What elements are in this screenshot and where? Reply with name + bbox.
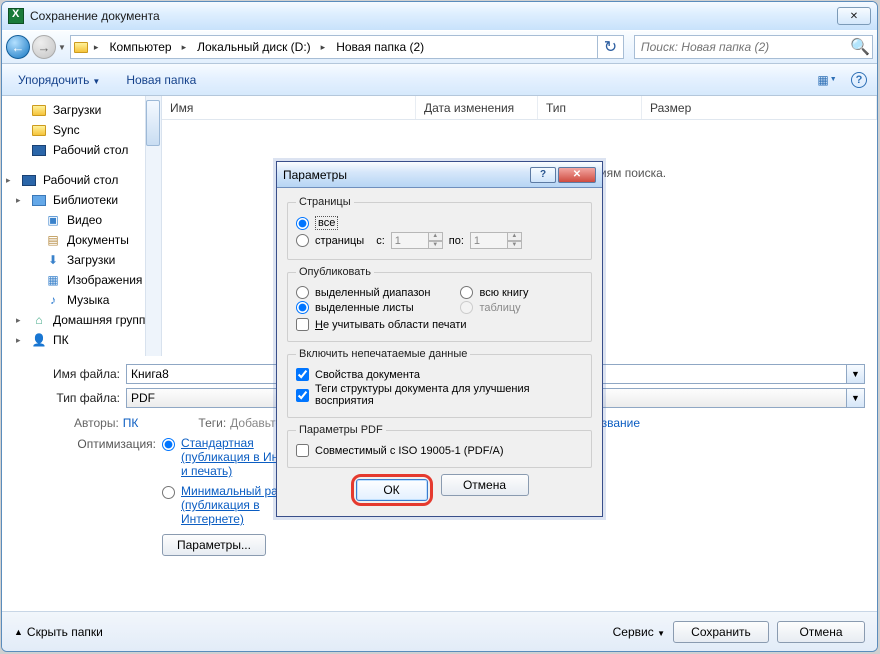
struct-check[interactable] (296, 389, 309, 402)
tree-homegroup[interactable]: ▸⌂Домашняя групп (16, 310, 161, 330)
tree-downloads[interactable]: Загрузки (16, 100, 161, 120)
nonprint-group: Включить непечатаемые данные Свойства до… (287, 348, 592, 418)
opt-minimal-radio[interactable] (162, 486, 175, 499)
publish-table-radio (460, 301, 473, 314)
modal-cancel-button[interactable]: Отмена (441, 474, 529, 496)
new-folder-button[interactable]: Новая папка (120, 69, 202, 91)
publish-range-radio[interactable] (296, 286, 309, 299)
optimization-label: Оптимизация: (38, 436, 156, 451)
publish-book-radio[interactable] (460, 286, 473, 299)
footer: ▲Скрыть папки Сервис ▼ Сохранить Отмена (2, 611, 877, 651)
toolbar: Упорядочить▼ Новая папка ▦▼ ? (2, 64, 877, 96)
breadcrumb-drive[interactable]: Локальный диск (D:) (189, 36, 318, 58)
col-name[interactable]: Имя (162, 96, 416, 119)
tree-pictures[interactable]: ▦Изображения (16, 270, 161, 290)
organize-menu[interactable]: Упорядочить▼ (12, 69, 106, 91)
opt-standard-radio[interactable] (162, 438, 175, 451)
publish-group: Опубликовать выделенный диапазон выделен… (287, 266, 592, 342)
props-row[interactable]: Свойства документа (296, 368, 583, 381)
publish-table-row: таблицу (460, 301, 528, 314)
struct-row[interactable]: Теги структуры документа для улучшения в… (296, 383, 583, 407)
publish-book-row[interactable]: всю книгу (460, 286, 528, 299)
history-dropdown-icon[interactable]: ▼ (58, 43, 66, 52)
ok-button[interactable]: ОК (356, 479, 428, 501)
iso-row[interactable]: Совместимый с ISO 19005-1 (PDF/A) (296, 444, 583, 457)
tree-pc[interactable]: ▸👤ПК (16, 330, 161, 350)
list-header: Имя Дата изменения Тип Размер (162, 96, 877, 120)
help-icon[interactable]: ? (851, 72, 867, 88)
nav-tree[interactable]: Загрузки Sync Рабочий стол ▸Рабочий стол… (2, 96, 162, 356)
tree-libraries[interactable]: ▸Библиотеки (16, 190, 161, 210)
search-input[interactable] (635, 40, 848, 54)
filename-label: Имя файла: (38, 367, 120, 381)
tree-documents[interactable]: ▤Документы (16, 230, 161, 250)
forward-button[interactable]: → (32, 35, 56, 59)
parameters-dialog: Параметры ? ✕ Страницы все страницы с: ▲… (276, 161, 603, 517)
filetype-label: Тип файла: (38, 391, 120, 405)
breadcrumb[interactable]: ▸ Компьютер▸ Локальный диск (D:)▸ Новая … (70, 35, 598, 59)
folder-icon (71, 36, 91, 58)
pages-range-radio[interactable] (296, 234, 309, 247)
ok-highlight: ОК (351, 474, 433, 506)
titlebar: Сохранение документа ✕ (2, 2, 877, 30)
filename-dropdown-icon[interactable]: ▼ (847, 364, 865, 384)
excel-icon (8, 8, 24, 24)
props-check[interactable] (296, 368, 309, 381)
pages-all-row[interactable]: все (296, 216, 583, 230)
refresh-button[interactable]: ↻ (598, 35, 624, 59)
modal-titlebar: Параметры ? ✕ (277, 162, 602, 188)
modal-help-button[interactable]: ? (530, 167, 556, 183)
pages-group: Страницы все страницы с: ▲▼ по: ▲▼ (287, 196, 592, 260)
tools-menu[interactable]: Сервис ▼ (613, 625, 665, 639)
search-icon[interactable]: 🔍 (848, 37, 872, 57)
breadcrumb-computer[interactable]: Компьютер (101, 36, 178, 58)
pdf-group: Параметры PDF Совместимый с ISO 19005-1 … (287, 424, 592, 468)
close-window-button[interactable]: ✕ (837, 7, 871, 25)
tree-scrollbar[interactable] (145, 96, 161, 356)
cancel-button[interactable]: Отмена (777, 621, 865, 643)
pages-to-spinner[interactable]: ▲▼ (470, 232, 522, 249)
tree-sync[interactable]: Sync (16, 120, 161, 140)
tree-desktop-fav[interactable]: Рабочий стол (16, 140, 161, 160)
modal-close-button[interactable]: ✕ (558, 167, 596, 183)
back-button[interactable]: ← (6, 35, 30, 59)
publish-sheets-radio[interactable] (296, 301, 309, 314)
window-title: Сохранение документа (30, 9, 160, 23)
navbar: ← → ▼ ▸ Компьютер▸ Локальный диск (D:)▸ … (2, 30, 877, 64)
tree-video[interactable]: ▣Видео (16, 210, 161, 230)
iso-check[interactable] (296, 444, 309, 457)
view-mode-button[interactable]: ▦▼ (817, 70, 837, 90)
searchbox[interactable]: 🔍 (634, 35, 873, 59)
col-modified[interactable]: Дата изменения (416, 96, 538, 119)
pages-range-row[interactable]: страницы с: ▲▼ по: ▲▼ (296, 232, 583, 249)
pages-all-radio[interactable] (296, 217, 309, 230)
save-button[interactable]: Сохранить (673, 621, 769, 643)
publish-sheets-row[interactable]: выделенные листы (296, 301, 430, 314)
ignore-print-check[interactable] (296, 318, 309, 331)
parameters-button[interactable]: Параметры... (162, 534, 266, 556)
col-size[interactable]: Размер (642, 96, 877, 119)
filetype-dropdown-icon[interactable]: ▼ (847, 388, 865, 408)
tree-downloads2[interactable]: ⬇Загрузки (16, 250, 161, 270)
tree-desktop[interactable]: ▸Рабочий стол (6, 170, 161, 190)
pages-from-spinner[interactable]: ▲▼ (391, 232, 443, 249)
tree-music[interactable]: ♪Музыка (16, 290, 161, 310)
modal-title: Параметры (283, 168, 347, 182)
authors-block[interactable]: Авторы:ПК (74, 416, 138, 430)
publish-range-row[interactable]: выделенный диапазон (296, 286, 430, 299)
breadcrumb-folder[interactable]: Новая папка (2) (328, 36, 431, 58)
hide-folders-toggle[interactable]: ▲Скрыть папки (14, 625, 103, 639)
ignore-print-row[interactable]: Не учитывать области печати (296, 318, 583, 331)
col-type[interactable]: Тип (538, 96, 642, 119)
